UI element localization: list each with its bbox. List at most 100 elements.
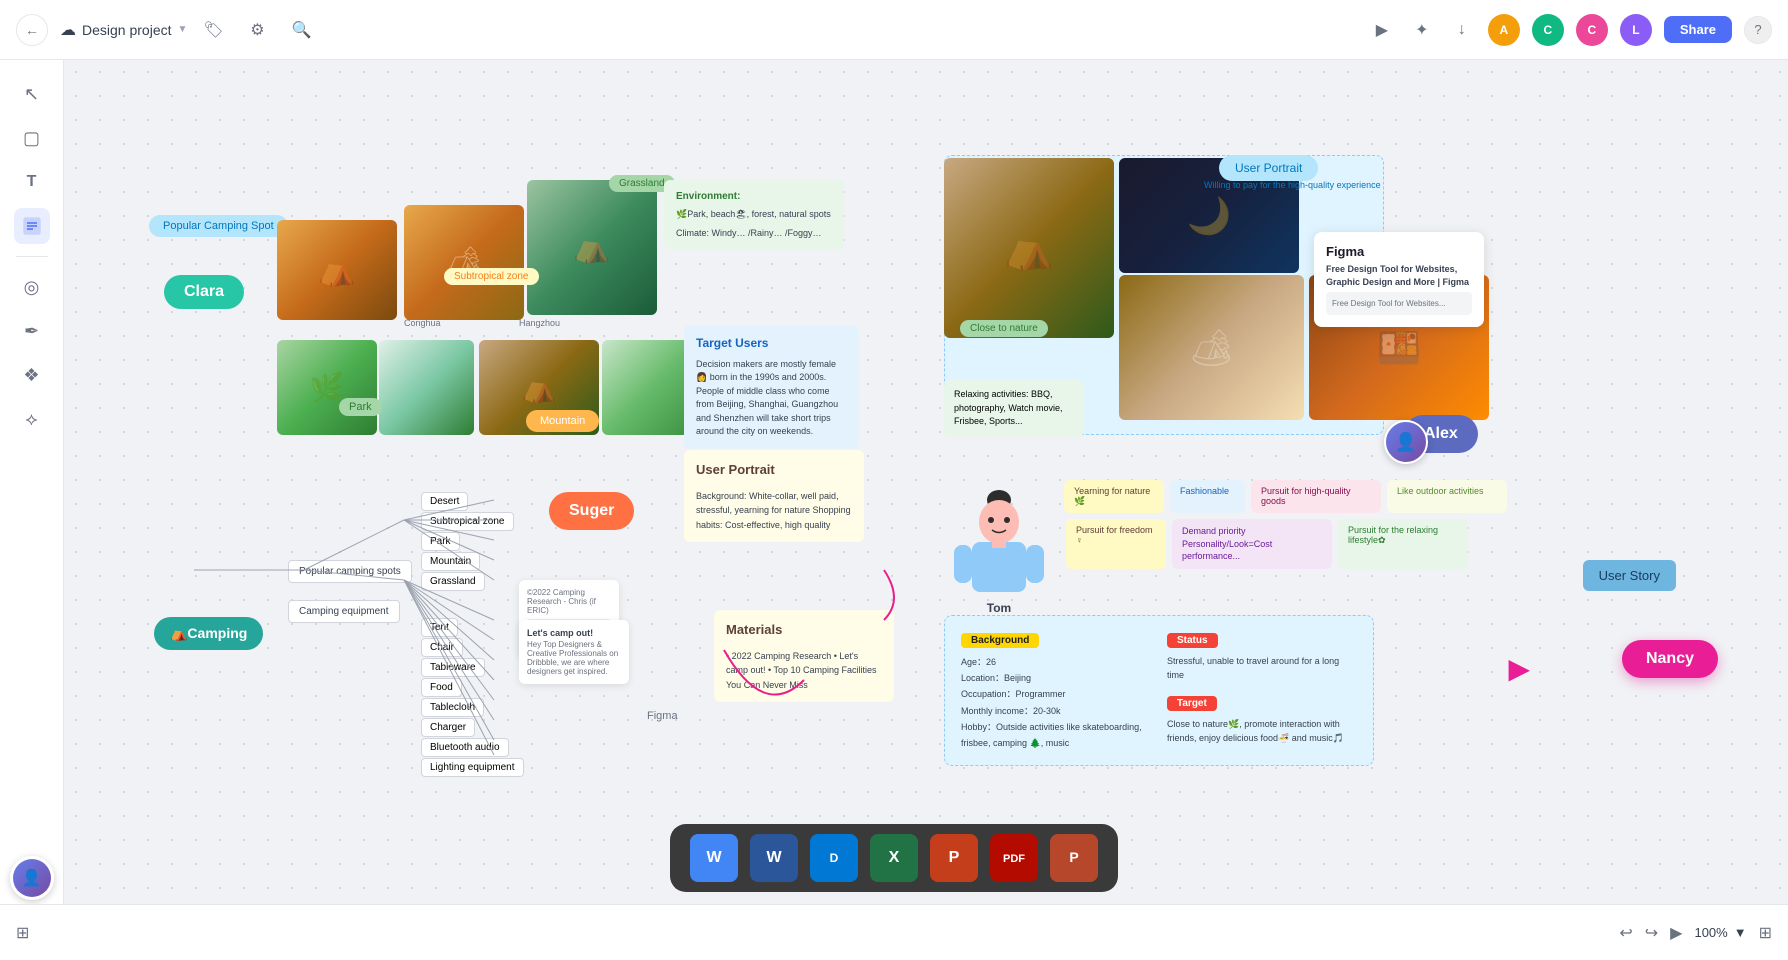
- bottom-left-controls: ⊞: [16, 923, 29, 943]
- topbar-icons: 🏷 ⚙ 🔍: [199, 16, 315, 44]
- avatar-c2[interactable]: C: [1576, 14, 1608, 46]
- search-icon[interactable]: 🔍: [287, 16, 315, 44]
- svg-text:X: X: [889, 849, 900, 866]
- share-button[interactable]: Share: [1664, 16, 1732, 43]
- user-portrait-card: User Portrait Background: White-collar, …: [684, 450, 864, 542]
- conghua-label: Conghua: [404, 318, 441, 328]
- node-food: Food: [421, 678, 462, 697]
- node-tableware: Tableware: [421, 658, 485, 677]
- tag-fashionable: Fashionable: [1170, 480, 1245, 513]
- svg-text:D: D: [830, 851, 839, 865]
- mountain-label: Mountain: [526, 410, 599, 432]
- svg-text:W: W: [766, 849, 782, 866]
- download-icon[interactable]: ↓: [1448, 16, 1476, 44]
- project-title: Design project: [82, 22, 172, 38]
- topbar-left: ← ☁ Clara Design project ▼ 🏷 ⚙ 🔍: [16, 14, 315, 46]
- user-portrait-badge: User Portrait: [1219, 155, 1318, 181]
- tool-shapes[interactable]: ◎: [14, 269, 50, 305]
- park-label-badge: Park: [339, 398, 382, 416]
- file-ppt[interactable]: P: [930, 834, 978, 882]
- svg-text:W: W: [706, 849, 722, 866]
- back-button[interactable]: ←: [16, 14, 48, 46]
- tag-outdoor: Like outdoor activities: [1387, 480, 1507, 513]
- user-portrait-subtitle: Willing to pay for the high-quality expe…: [1204, 180, 1381, 190]
- tag-yearning: Yearning for nature🌿: [1064, 480, 1164, 513]
- file-docx[interactable]: D: [810, 834, 858, 882]
- undo-button[interactable]: ↩: [1619, 923, 1632, 943]
- bottom-screen-icon[interactable]: ⊞: [16, 923, 29, 943]
- tool-text[interactable]: T: [14, 164, 50, 200]
- svg-text:P: P: [1069, 849, 1078, 865]
- environment-card: Environment: 🌿Park, beach🏖, forest, natu…: [664, 180, 844, 249]
- target-users-card: Target Users Decision makers are mostly …: [684, 325, 859, 449]
- subtropical-label: Subtropical zone: [444, 268, 539, 285]
- user-profile-avatar: 👤: [1384, 420, 1428, 464]
- tool-sticky[interactable]: [14, 208, 50, 244]
- right-photo-camping: 🏕: [1119, 275, 1304, 420]
- status-target-section: Status Stressful, unable to travel aroun…: [1167, 630, 1357, 751]
- tom-character-area: Tom (white-collar): [944, 480, 1054, 625]
- tool-component[interactable]: ❖: [14, 357, 50, 393]
- relaxing-activities-card: Relaxing activities: BBQ, photography, W…: [944, 380, 1084, 437]
- node-grassland: Grassland: [421, 572, 485, 591]
- topbar-right: ▶ ✦ ↓ A C C L Share ?: [1368, 14, 1772, 46]
- layout-button[interactable]: ⊞: [1759, 923, 1772, 943]
- connection-lines: [64, 60, 1788, 904]
- node-tent: Tent: [421, 618, 458, 637]
- file-pptx[interactable]: P: [1050, 834, 1098, 882]
- canvas: Popular Camping Spot Clara Desert ⛺ 🏕 ⛺ …: [64, 60, 1788, 904]
- lets-camp-card: Let's camp out! Hey Top Designers & Crea…: [519, 620, 629, 684]
- play-button-bottom[interactable]: ▶: [1670, 923, 1682, 943]
- label-icon[interactable]: 🏷: [199, 16, 227, 44]
- node-lighting: Lighting equipment: [421, 758, 524, 777]
- tool-connect[interactable]: ⟡: [14, 401, 50, 437]
- suger-badge: Suger: [549, 492, 634, 530]
- tool-frame[interactable]: ▢: [14, 120, 50, 156]
- arrow-pointer-pink: ▶: [1508, 652, 1530, 685]
- tool-cursor[interactable]: ↖: [14, 76, 50, 112]
- background-section: Background Age：26 Location：Beijing Occup…: [961, 630, 1151, 751]
- file-dock: W W D X P PDF P: [670, 824, 1118, 892]
- photo-camping3: ⛺: [527, 180, 657, 315]
- redo-button[interactable]: ↪: [1645, 923, 1658, 943]
- tag-lifestyle: Pursuit for the relaxing lifestyle✿: [1338, 519, 1468, 569]
- avatar-l[interactable]: L: [1620, 14, 1652, 46]
- bottom-bar: ⊞ ↩ ↪ ▶ 100% ▼ ⊞: [0, 904, 1788, 960]
- tom-tags-area: Yearning for nature🌿 Fashionable Pursuit…: [1064, 480, 1507, 569]
- file-pdf[interactable]: PDF: [990, 834, 1038, 882]
- help-button[interactable]: ?: [1744, 16, 1772, 44]
- popular-camping-node: Popular camping spots: [288, 560, 412, 583]
- avatar-a[interactable]: A: [1488, 14, 1520, 46]
- project-name[interactable]: ☁ Clara Design project ▼: [60, 20, 187, 40]
- camping-equipment-node: Camping equipment: [288, 600, 400, 623]
- user-avatar[interactable]: 👤: [10, 856, 54, 900]
- svg-text:P: P: [949, 849, 960, 866]
- camping-badge: ⛺Camping: [154, 617, 263, 650]
- tool-pen[interactable]: ✒: [14, 313, 50, 349]
- comment-icon[interactable]: ✦: [1408, 16, 1436, 44]
- close-to-nature-label: Close to nature: [960, 320, 1048, 337]
- topbar: ← ☁ Clara Design project ▼ 🏷 ⚙ 🔍 ▶ ✦ ↓ A…: [0, 0, 1788, 60]
- node-park: Park: [421, 532, 460, 551]
- avatar-c1[interactable]: C: [1532, 14, 1564, 46]
- tag-highquality: Pursuit for high-quality goods: [1251, 480, 1381, 513]
- nancy-button[interactable]: Nancy: [1622, 640, 1718, 678]
- node-mountain: Mountain: [421, 552, 480, 571]
- file-excel[interactable]: X: [870, 834, 918, 882]
- left-sidebar: ↖ ▢ T ◎ ✒ ❖ ⟡ 👤 ···: [0, 60, 64, 960]
- nancy-info-panel: Background Age：26 Location：Beijing Occup…: [944, 615, 1374, 766]
- node-charger: Charger: [421, 718, 475, 737]
- user-story-button[interactable]: User Story: [1583, 560, 1676, 591]
- svg-text:PDF: PDF: [1003, 853, 1025, 865]
- settings-icon[interactable]: ⚙: [243, 16, 271, 44]
- node-bluetooth: Bluetooth audio: [421, 738, 509, 757]
- play-icon[interactable]: ▶: [1368, 16, 1396, 44]
- popular-camping-badge: Popular Camping Spot: [149, 215, 288, 237]
- node-subtropical: Subtropical zone: [421, 512, 514, 531]
- file-doc[interactable]: W: [690, 834, 738, 882]
- tag-demand: Demand priority Personality/Look=Cost pe…: [1172, 519, 1332, 569]
- photo-park1: 🌿: [277, 340, 377, 435]
- zoom-control[interactable]: 100% ▼: [1694, 925, 1746, 940]
- clara-badge: Clara: [164, 275, 244, 309]
- file-word[interactable]: W: [750, 834, 798, 882]
